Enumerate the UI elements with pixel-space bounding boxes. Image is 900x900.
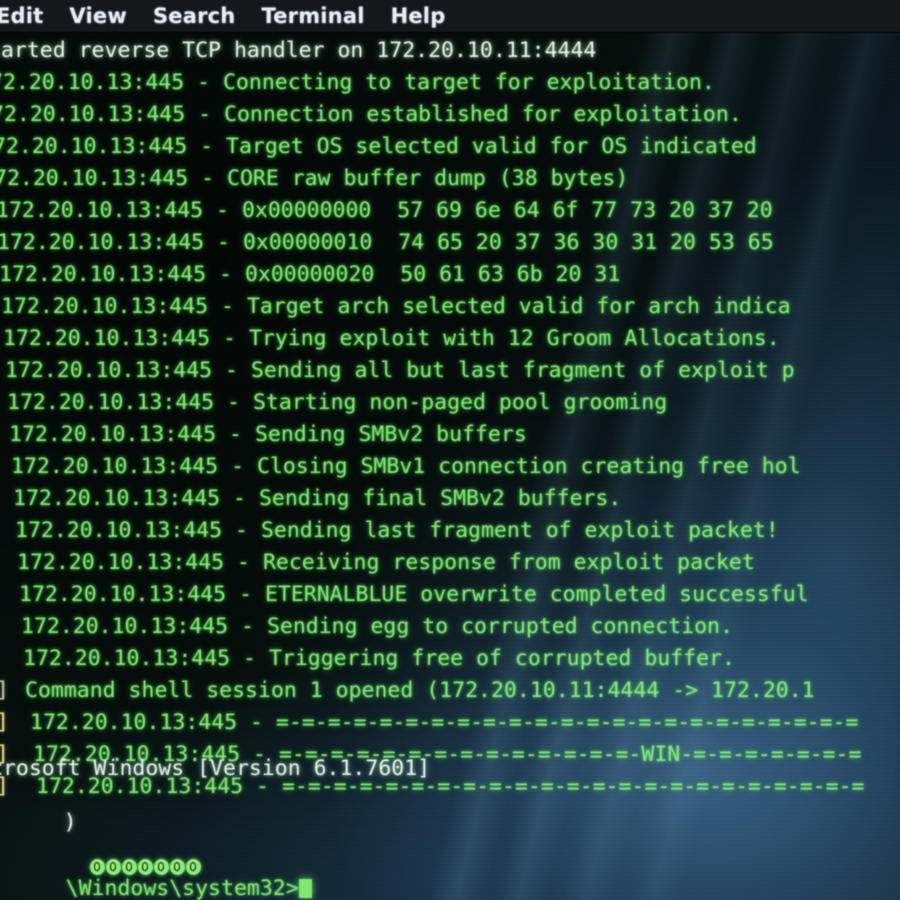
console-line: 172.20.10.13:445 - 0x00000010 74 65 20 3… — [0, 230, 774, 255]
console-line: 72.20.10.13:445 - Connecting to target f… — [0, 70, 715, 95]
console-line: 172.20.10.13:445 - Sending last fragment… — [15, 518, 779, 543]
menu-item-help[interactable]: Help — [391, 4, 446, 28]
console-line: 172.20.10.13:445 - Receiving response fr… — [17, 550, 755, 575]
console-line: 172.20.10.13:445 - Sending egg to corrup… — [21, 614, 733, 639]
menu-item-terminal[interactable]: Terminal — [261, 4, 364, 28]
block-cursor — [298, 879, 312, 898]
console-line: 172.20.10.13:445 - ETERNALBLUE overwrite… — [19, 582, 809, 607]
menu-bar: Edit View Search Terminal Help — [0, 0, 900, 32]
console-line: 172.20.10.13:445 - 0x00000000 57 69 6e 6… — [0, 198, 773, 223]
console-line: 72.20.10.13:445 - Target OS selected val… — [0, 134, 757, 159]
log-prefix-bracket: ] — [0, 776, 9, 798]
log-prefix-bracket: ] — [0, 680, 9, 702]
console-line: 172.20.10.13:445 - Sending all but last … — [5, 358, 795, 383]
prompt-path: \Windows\system32> — [65, 876, 299, 900]
console-line: 172.20.10.13:445 - Sending final SMBv2 b… — [13, 486, 622, 511]
console-line: 172.20.10.13:445 - Target arch selected … — [1, 294, 791, 319]
console-line: tarted reverse TCP handler on 172.20.10.… — [0, 38, 597, 63]
shell-prompt-line[interactable]: \Windows\system32> — [0, 856, 312, 900]
console-line: 72.20.10.13:445 - Connection established… — [0, 102, 742, 127]
console-line: Command shell session 1 opened (172.20.1… — [25, 678, 815, 703]
windows-version-banner: crosoft Windows [Version 6.1.7601] — [0, 756, 431, 781]
terminal-output[interactable]: tarted reverse TCP handler on 172.20.10.… — [0, 32, 900, 900]
terminal-screenshot: Edit View Search Terminal Help tarted re… — [0, 0, 900, 900]
console-line: 172.20.10.13:445 - =-=-=-=-=-=-=-=-=-=-=… — [30, 710, 859, 735]
log-prefix-bracket: ] — [0, 712, 9, 734]
menu-item-view[interactable]: View — [69, 4, 127, 28]
console-line: 172.20.10.13:445 - Trying exploit with 1… — [3, 326, 780, 351]
console-line: 172.20.10.13:445 - Triggering free of co… — [23, 646, 735, 671]
console-line: 172.20.10.13:445 - Starting non-paged po… — [7, 390, 668, 415]
console-line: 172.20.10.13:445 - 0x00000020 50 61 63 6… — [0, 262, 621, 287]
copyright-prefix: ) — [63, 810, 77, 835]
menu-item-search[interactable]: Search — [153, 4, 236, 28]
console-line: 172.20.10.13:445 - Sending SMBv2 buffers — [9, 422, 527, 447]
console-line: 72.20.10.13:445 - CORE raw buffer dump (… — [0, 166, 629, 191]
log-prefix-bracket: ] — [0, 744, 9, 766]
menu-item-edit[interactable]: Edit — [0, 4, 43, 28]
console-line: 172.20.10.13:445 - Closing SMBv1 connect… — [11, 454, 801, 479]
